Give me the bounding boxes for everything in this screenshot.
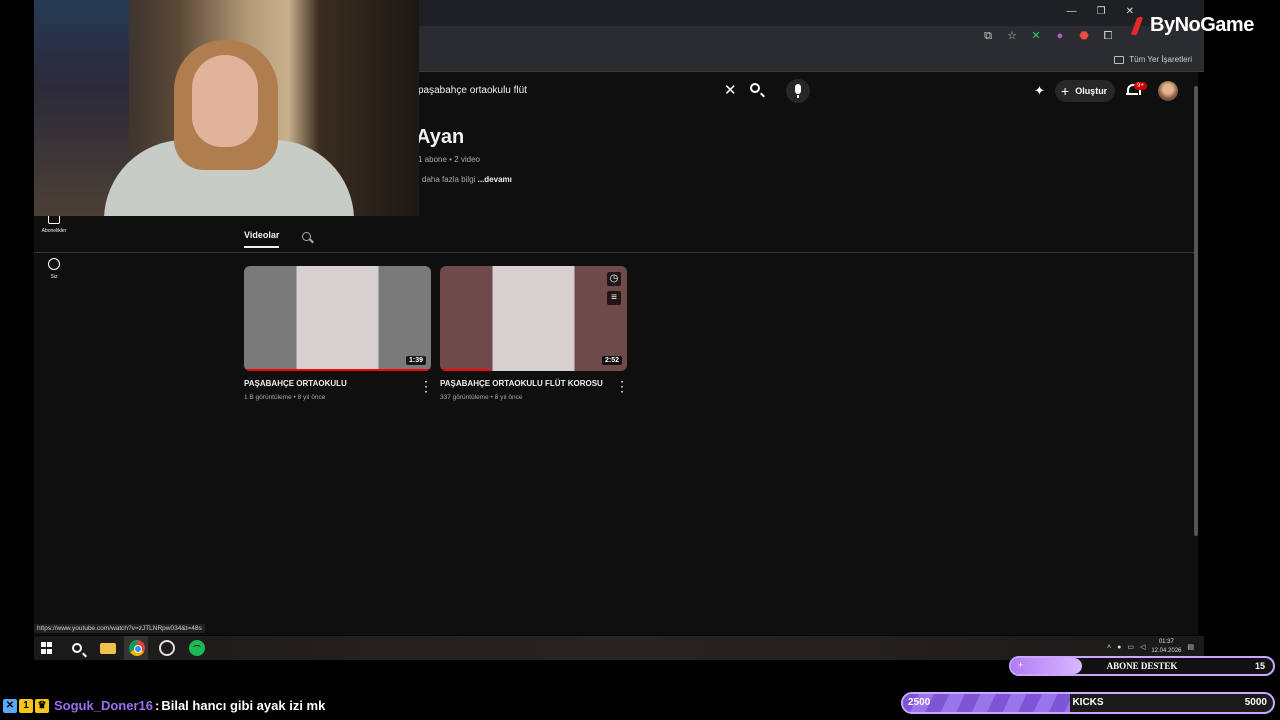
- extension-x-icon[interactable]: ✕: [1030, 30, 1042, 42]
- watch-later-clock-icon[interactable]: ◷: [607, 272, 621, 286]
- all-bookmarks-label: Tüm Yer İşaretleri: [1129, 55, 1192, 64]
- account-avatar[interactable]: [1158, 81, 1178, 101]
- subscriber-goal-label: ABONE DESTEK: [1106, 661, 1178, 671]
- you-icon: [48, 258, 60, 270]
- video-title[interactable]: PAŞABAHÇE ORTAOKULU: [244, 379, 431, 388]
- link-status-url: https://www.youtube.com/watch?v=zJTLNRpw…: [34, 624, 205, 633]
- tray-clock[interactable]: 01:37 12.04.2026: [1151, 638, 1181, 656]
- search-icon: [302, 232, 311, 241]
- tray-date: 12.04.2026: [1151, 648, 1182, 654]
- brand-name: ByNoGame: [1150, 14, 1254, 36]
- window-controls: — ❐ ✕: [1067, 6, 1134, 17]
- chat-message: ✕ 1 ♛ Soguk_Doner16 : Bilal hancı gibi a…: [3, 698, 325, 713]
- create-button[interactable]: + Oluştur: [1055, 80, 1116, 102]
- search-icon: [750, 83, 760, 93]
- streamer-webcam: [34, 0, 419, 216]
- video-meta: 337 görüntüleme • 8 yıl önce: [440, 394, 523, 401]
- tab-videos[interactable]: Videolar: [244, 230, 280, 248]
- address-bar-icons: ⧉ ☆ ✕ ● ⬣ ⧠: [982, 30, 1114, 42]
- notification-center-icon[interactable]: ▤: [1187, 643, 1194, 651]
- sidebar-item-you[interactable]: Siz: [34, 258, 74, 280]
- restore-icon[interactable]: ❐: [1097, 6, 1106, 17]
- video-meta: 1 B görüntüleme • 8 yıl önce: [244, 394, 326, 401]
- chat-text: Bilal hancı gibi ayak izi mk: [161, 698, 326, 713]
- video-thumbnail[interactable]: 1:39: [244, 266, 431, 371]
- sparkle-icon[interactable]: ✦: [1034, 83, 1045, 99]
- sidebar-item-subscriptions[interactable]: Abonelikler: [34, 214, 74, 234]
- file-explorer-icon[interactable]: [100, 643, 116, 654]
- spotify-icon[interactable]: [189, 640, 205, 656]
- all-bookmarks[interactable]: Tüm Yer İşaretleri: [1114, 55, 1192, 64]
- system-tray: ˄ ● ▭ ◁ 01:37 12.04.2026 ▤: [1107, 638, 1194, 656]
- folder-icon: [1114, 55, 1125, 64]
- stream-canvas: — ❐ ✕ ⧉ ☆ ✕ ● ⬣ ⧠ Tüm Yer İşaretleri ByN…: [0, 0, 1280, 720]
- taskbar-search-button[interactable]: [68, 640, 84, 656]
- network-icon[interactable]: ▭: [1127, 643, 1134, 651]
- plus-icon: +: [1061, 83, 1070, 99]
- channel-name: Ayan: [416, 126, 465, 148]
- extensions-puzzle-icon[interactable]: ⧠: [1102, 30, 1114, 42]
- crown-icon: ♛: [35, 698, 49, 713]
- sidebar-item-label: Siz: [50, 274, 58, 280]
- create-label: Oluştur: [1075, 86, 1108, 96]
- tray-time: 01:37: [1158, 639, 1174, 645]
- chat-username: Soguk_Doner16: [54, 698, 153, 713]
- kicks-goal-bar: 2500 KICKS 5000: [901, 692, 1275, 714]
- stream-brand-logo: ByNoGame: [1130, 14, 1254, 37]
- search-input[interactable]: paşabahçe ortaokulu flüt: [418, 80, 774, 102]
- add-to-queue-icon[interactable]: ≡: [607, 291, 621, 305]
- video-card[interactable]: ◷ ≡ 2:52 PAŞABAHÇE ORTAOKULU FLÜT KOROSU…: [440, 266, 627, 401]
- bookmark-star-icon[interactable]: ☆: [1006, 30, 1018, 42]
- tray-chevron-icon[interactable]: ˄: [1107, 644, 1111, 651]
- search-button[interactable]: [746, 80, 768, 102]
- channel-more-prefix: daha fazla bilgi: [422, 175, 476, 184]
- more-options-icon[interactable]: · · ·: [425, 378, 428, 398]
- extension-red-icon[interactable]: ⬣: [1078, 30, 1090, 42]
- brand-mark-icon: [1130, 15, 1148, 37]
- app-icon[interactable]: [159, 640, 175, 656]
- microphone-icon[interactable]: ●: [1117, 644, 1121, 651]
- extension-purple-icon[interactable]: ●: [1054, 30, 1066, 42]
- channel-description[interactable]: daha fazla bilgi ...devamı: [422, 175, 512, 184]
- channel-meta: 1 abone • 2 video: [418, 155, 480, 164]
- video-card[interactable]: 1:39 PAŞABAHÇE ORTAOKULU 1 B görüntüleme…: [244, 266, 431, 401]
- sidebar-item-label: Abonelikler: [41, 228, 67, 234]
- video-thumbnail[interactable]: ◷ ≡ 2:52: [440, 266, 627, 371]
- chat-badge-icon: 1: [19, 698, 33, 713]
- voice-search-button[interactable]: [786, 79, 810, 103]
- minimize-icon[interactable]: —: [1067, 6, 1077, 17]
- subscriber-goal-bar: + ABONE DESTEK 15: [1009, 656, 1275, 676]
- kicks-target: 5000: [1244, 697, 1267, 708]
- webcam-face: [192, 55, 258, 147]
- chat-separator: :: [154, 698, 160, 713]
- subscriber-goal-count: 15: [1254, 661, 1265, 671]
- video-duration: 2:52: [601, 356, 622, 365]
- watch-progress-bar: [244, 369, 431, 371]
- volume-icon[interactable]: ◁: [1140, 643, 1145, 651]
- video-title[interactable]: PAŞABAHÇE ORTAOKULU FLÜT KOROSU: [440, 379, 627, 388]
- cast-icon[interactable]: ⧉: [982, 30, 994, 42]
- chat-badge-icon: ✕: [3, 698, 17, 713]
- more-options-icon[interactable]: · · ·: [621, 378, 624, 398]
- clear-search-icon[interactable]: ✕: [724, 81, 737, 99]
- channel-more-link[interactable]: ...devamı: [478, 175, 512, 184]
- search-icon: [72, 643, 82, 653]
- chrome-icon[interactable]: [129, 640, 145, 656]
- notification-badge: 9+: [1134, 82, 1147, 90]
- watch-progress-bar: [440, 369, 491, 371]
- page-scrollbar[interactable]: [1194, 86, 1198, 536]
- start-windows-icon[interactable]: [39, 640, 55, 656]
- video-duration: 1:39: [405, 356, 426, 365]
- tabs-divider: [34, 252, 1198, 253]
- channel-search-button[interactable]: [301, 232, 313, 244]
- kicks-label: KICKS: [1072, 697, 1104, 708]
